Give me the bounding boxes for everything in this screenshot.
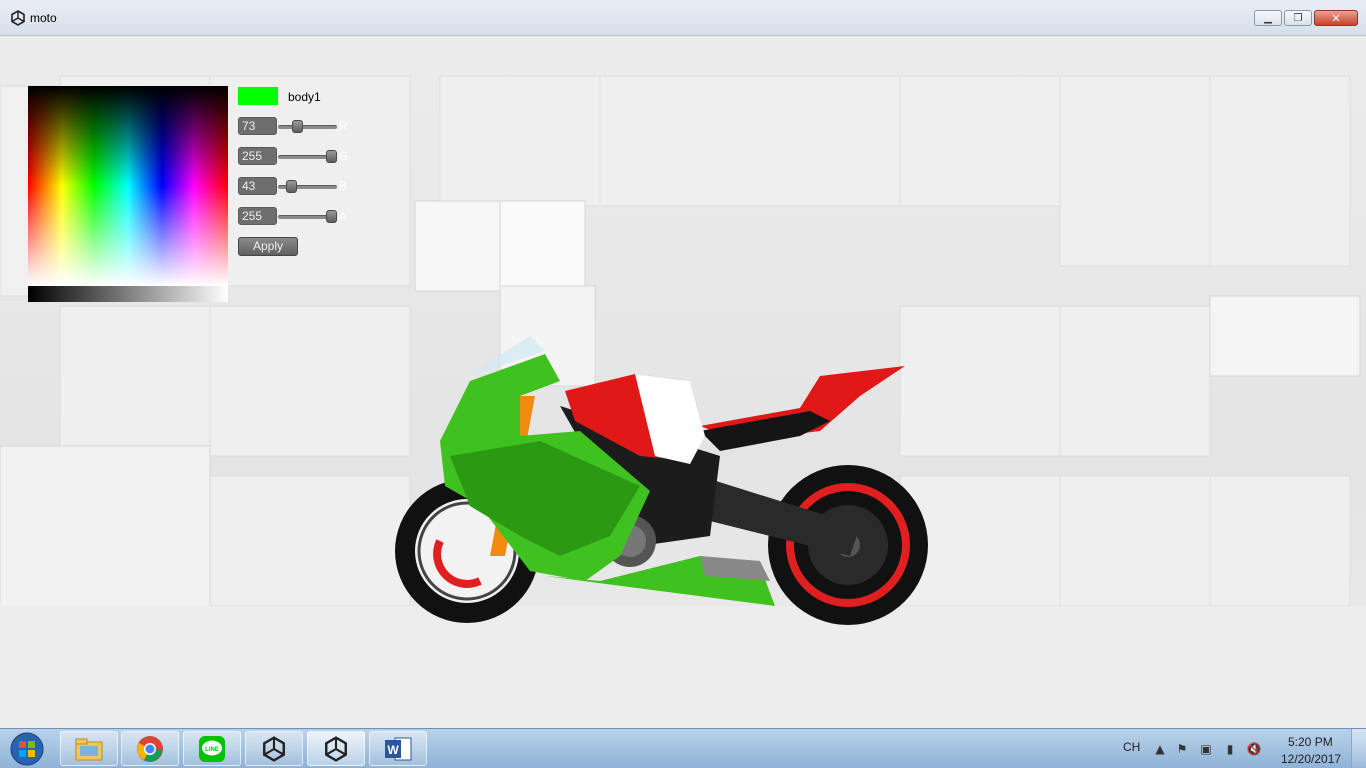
close-button[interactable]: ✕ (1314, 10, 1358, 26)
color-picker-canvas[interactable] (28, 86, 228, 286)
b-value-field[interactable]: 43 (238, 177, 277, 195)
a-channel-label: A (339, 209, 348, 223)
show-desktop-button[interactable] (1351, 729, 1366, 768)
taskbar-chrome[interactable] (121, 731, 179, 766)
g-channel-label: G (339, 149, 349, 163)
windows-logo-icon (10, 732, 44, 766)
b-channel-label: B (339, 179, 348, 193)
unity-icon (263, 735, 285, 762)
unity-app-icon (11, 10, 25, 26)
r-channel-label: R (339, 119, 348, 133)
apply-button[interactable]: Apply (238, 237, 298, 256)
file-explorer-icon (75, 738, 103, 760)
taskbar-line[interactable]: LINE (183, 731, 241, 766)
game-viewport[interactable]: body1 73 R 255 G 43 B 255 A Apply (0, 36, 1366, 728)
b-slider-thumb[interactable] (286, 180, 297, 193)
show-hidden-icons-icon[interactable]: ▲ (1152, 741, 1168, 757)
start-button[interactable] (4, 730, 50, 768)
window-title: moto (30, 11, 57, 25)
taskbar-file-explorer[interactable] (60, 731, 118, 766)
safely-remove-hardware-icon[interactable]: ▣ (1198, 741, 1214, 757)
network-signal-icon[interactable]: ▮ (1222, 741, 1238, 757)
window-titlebar: moto ▁ ❐ ✕ (0, 0, 1366, 36)
g-slider-thumb[interactable] (326, 150, 337, 163)
brightness-bar[interactable] (28, 286, 228, 302)
g-value-field[interactable]: 255 (238, 147, 277, 165)
motorcycle-model (395, 336, 928, 625)
clock-date[interactable]: 12/20/2017 (1281, 752, 1341, 766)
word-icon: W (385, 737, 412, 760)
language-indicator[interactable]: CH (1123, 740, 1140, 754)
clock-time[interactable]: 5:20 PM (1288, 735, 1333, 749)
r-slider[interactable] (278, 125, 337, 129)
minimize-button[interactable]: ▁ (1254, 10, 1282, 26)
volume-muted-icon[interactable]: 🔇 (1246, 741, 1262, 757)
channel-row-g: 255 G (238, 147, 358, 165)
channel-row-a: 255 A (238, 207, 358, 225)
r-value-field[interactable]: 73 (238, 117, 277, 135)
restore-button[interactable]: ❐ (1284, 10, 1312, 26)
part-name-label: body1 (288, 90, 321, 104)
taskbar-word[interactable]: W (369, 731, 427, 766)
a-value-field[interactable]: 255 (238, 207, 277, 225)
taskbar-unity-2[interactable] (307, 731, 365, 766)
action-center-flag-icon[interactable]: ⚑ (1174, 741, 1190, 757)
taskbar: LINE W CH ▲ ⚑ ▣ ▮ 🔇 5:20 PM 12/20/2017 (0, 728, 1366, 768)
a-slider-thumb[interactable] (326, 210, 337, 223)
line-icon: LINE (199, 735, 225, 762)
svg-text:LINE: LINE (205, 747, 219, 753)
unity-icon (325, 735, 347, 762)
r-slider-thumb[interactable] (292, 120, 303, 133)
taskbar-unity-1[interactable] (245, 731, 303, 766)
channel-row-r: 73 R (238, 117, 358, 135)
selected-color-swatch (238, 87, 278, 105)
svg-text:W: W (387, 743, 399, 757)
channel-row-b: 43 B (238, 177, 358, 195)
chrome-icon (137, 735, 163, 762)
